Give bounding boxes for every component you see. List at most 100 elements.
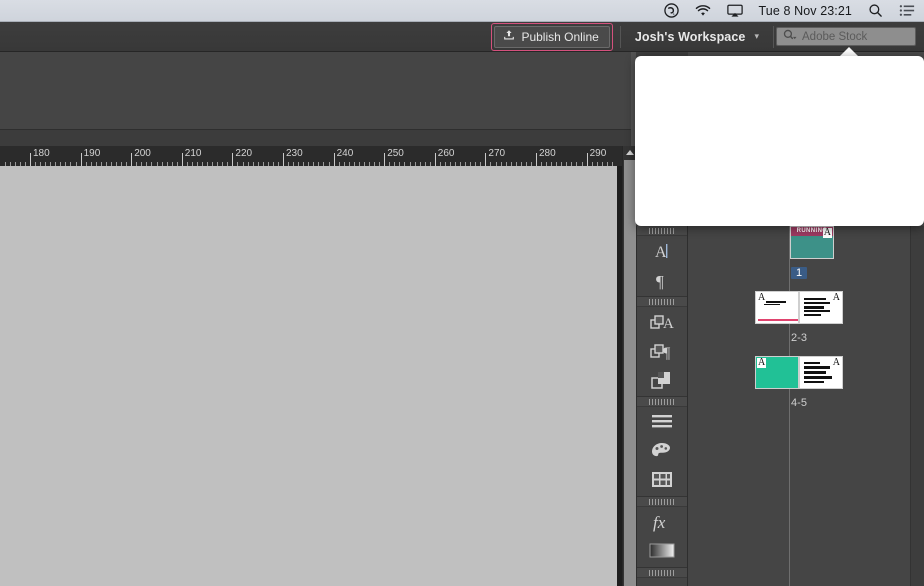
appbar-separator-1 (619, 25, 621, 48)
spread-page-number[interactable]: 2-3 (791, 332, 807, 344)
publish-upload-icon (503, 29, 515, 44)
spread-page-number[interactable]: 4-5 (791, 397, 807, 409)
effects-panel-icon[interactable]: fx (637, 507, 687, 536)
horizontal-ruler[interactable]: 180 190 200 210 220 230 240 250 260 270 280 290 (0, 146, 631, 166)
ruler-label: 180 (33, 148, 50, 159)
adobe-stock-popup[interactable] (635, 56, 924, 226)
application-bar: Publish Online Josh's Workspace ▾ Adobe … (0, 22, 924, 52)
page-text-line (804, 314, 821, 317)
ruler-label: 190 (83, 148, 101, 159)
page-spread[interactable]: A A 4-5 (688, 356, 910, 411)
ruler-label: 220 (235, 148, 253, 159)
gradient-panel-icon[interactable] (637, 536, 687, 565)
character-panel-icon[interactable]: A (637, 236, 687, 265)
master-page-letter: A (822, 227, 832, 238)
ruler-major-tick (182, 153, 183, 166)
spread-label-wrap: 2-3 (688, 328, 910, 346)
paragraph-styles-panel-icon[interactable]: ¶ (637, 336, 687, 365)
search-icon (783, 29, 798, 44)
ruler-label: 230 (286, 148, 303, 159)
ruler-major-tick (384, 153, 385, 166)
ruler-major-tick (232, 153, 233, 166)
svg-text:A: A (655, 244, 667, 261)
master-page-letter: A (757, 292, 767, 303)
ruler-label: 240 (336, 148, 354, 159)
ruler-label: 270 (488, 148, 506, 159)
publish-online-label: Publish Online (521, 29, 599, 44)
adobe-stock-placeholder: Adobe Stock (802, 30, 868, 43)
dock-group-grip[interactable] (637, 568, 687, 578)
page-spread[interactable]: A A 2-3 (688, 291, 910, 346)
control-panel[interactable] (0, 52, 631, 130)
ruler-major-tick (131, 153, 132, 166)
paragraph-panel-icon[interactable]: ¶ (637, 265, 687, 294)
dock-group-grip[interactable] (637, 297, 687, 307)
workspace-chevron-down-icon[interactable]: ▾ (749, 31, 771, 42)
master-page-letter: A (757, 357, 767, 368)
ruler-label: 250 (387, 148, 404, 159)
app-window: Tue 8 Nov 23:21 Publish Online Josh's Wo… (0, 0, 924, 586)
page-text-line (804, 371, 826, 374)
menu-bar-clock[interactable]: Tue 8 Nov 23:21 (751, 0, 860, 22)
svg-text:¶: ¶ (663, 345, 671, 361)
svg-text:¶: ¶ (656, 272, 664, 290)
ruler-major-tick (30, 153, 31, 166)
adobe-stock-search-field[interactable]: Adobe Stock (776, 27, 916, 46)
macos-menu-bar: Tue 8 Nov 23:21 (0, 0, 924, 22)
page-4[interactable]: A (755, 356, 799, 389)
ruler-major-tick (536, 153, 537, 166)
dropbox-icon[interactable] (656, 0, 687, 22)
master-page-letter: A (831, 357, 841, 368)
publish-online-button[interactable]: Publish Online (491, 22, 613, 51)
notification-center-icon[interactable] (891, 0, 924, 22)
document-canvas[interactable] (0, 166, 622, 586)
spread-thumbnails: RUNNING A (688, 226, 910, 259)
workspace-switcher-label[interactable]: Josh's Workspace (623, 30, 750, 44)
dock-group: A ¶ (637, 226, 687, 297)
dock-group-grip[interactable] (637, 397, 687, 407)
page-rule (758, 319, 798, 321)
ruler-major-tick (587, 153, 588, 166)
document-vertical-scrollbar[interactable] (622, 146, 637, 586)
dock-group: fx (637, 497, 687, 568)
page-2[interactable]: A (755, 291, 799, 324)
page-text-line (764, 301, 786, 303)
wifi-icon[interactable] (687, 0, 719, 22)
page-text-line (764, 304, 780, 306)
master-page-letter: A (831, 292, 841, 303)
spread-page-number[interactable]: 1 (790, 267, 808, 279)
pages-panel-icon[interactable] (637, 407, 687, 436)
scrollbar-thumb[interactable] (624, 160, 636, 586)
ruler-major-tick (485, 153, 486, 166)
page-3[interactable]: A (799, 291, 843, 324)
ruler-major-tick (81, 153, 82, 166)
pages-panel[interactable]: RUNNING A 1 A A 2-3 A A 4-5 (688, 226, 924, 586)
spread-label-wrap: 1 (688, 263, 910, 281)
control-panel-secondary-row[interactable] (0, 130, 631, 146)
character-styles-panel-icon[interactable]: A (637, 307, 687, 336)
svg-text:A: A (663, 316, 674, 332)
page-text-line (804, 301, 830, 305)
pages-panel-scrollbar[interactable] (910, 226, 924, 586)
object-styles-panel-icon[interactable] (637, 365, 687, 394)
page-text-line (804, 310, 830, 313)
cc-libraries-panel-icon[interactable] (637, 465, 687, 494)
page-text-line (804, 306, 824, 309)
dock-group-grip[interactable] (637, 226, 687, 236)
page-1[interactable]: RUNNING A (790, 226, 834, 259)
airplay-icon[interactable] (719, 0, 751, 22)
swatches-panel-icon[interactable] (637, 436, 687, 465)
spotlight-search-icon[interactable] (860, 0, 891, 22)
ruler-label: 290 (589, 148, 607, 159)
ruler-label: 260 (437, 148, 455, 159)
page-text-line (804, 366, 830, 369)
dock-group (637, 397, 687, 497)
page-5[interactable]: A (799, 356, 843, 389)
dock-group-grip[interactable] (637, 497, 687, 507)
svg-text:fx: fx (653, 513, 666, 532)
dock-group (637, 568, 687, 586)
page-spread[interactable]: RUNNING A 1 (688, 226, 910, 281)
ruler-major-tick (334, 153, 335, 166)
ruler-major-tick (435, 153, 436, 166)
links-panel-icon[interactable] (637, 578, 687, 586)
